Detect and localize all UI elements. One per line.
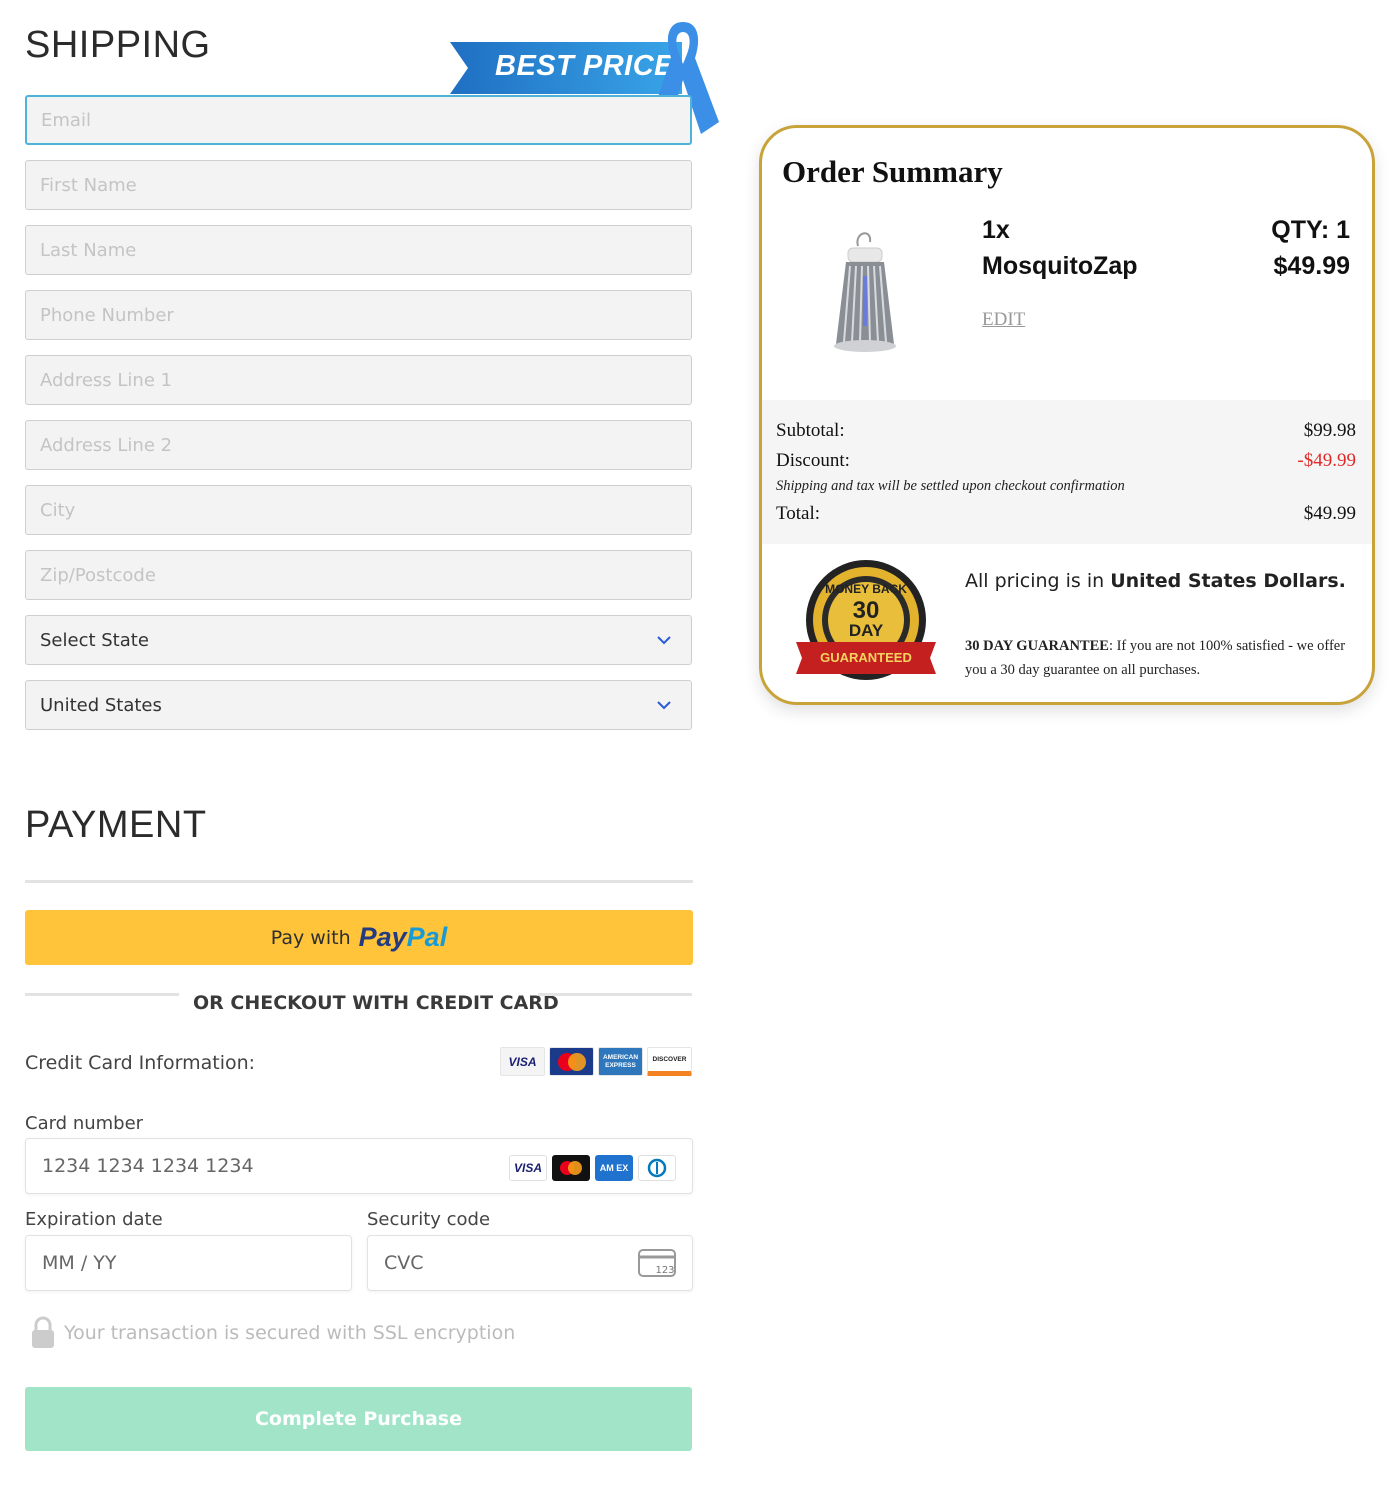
or-divider-left <box>25 993 179 996</box>
amex-icon: AM EX <box>595 1155 633 1181</box>
cvc-card-icon: 123 <box>638 1249 676 1277</box>
address-line2-field[interactable]: Address Line 2 <box>25 420 692 470</box>
visa-icon: VISA <box>509 1155 547 1181</box>
order-summary-card: Order Summary 1x MosquitoZap QTY: 1 $49.… <box>759 125 1375 705</box>
totals-panel: Subtotal: $99.98 Discount: -$49.99 Shipp… <box>762 400 1372 544</box>
chevron-down-icon <box>657 636 671 645</box>
paypal-logo-pal: Pal <box>406 922 448 952</box>
zip-field[interactable]: Zip/Postcode <box>25 550 692 600</box>
city-field[interactable]: City <box>25 485 692 535</box>
ssl-text: Your transaction is secured with SSL enc… <box>64 1322 516 1344</box>
complete-purchase-button[interactable]: Complete Purchase <box>25 1387 692 1451</box>
security-code-label: Security code <box>367 1209 491 1230</box>
or-checkout-text: OR CHECKOUT WITH CREDIT CARD <box>193 992 559 1014</box>
subtotal-label: Subtotal: <box>776 420 845 441</box>
or-divider-right <box>538 993 692 996</box>
item-name: MosquitoZap <box>982 252 1138 280</box>
credit-card-info-label: Credit Card Information: <box>25 1052 256 1074</box>
lock-icon <box>32 1316 54 1348</box>
total-value: $49.99 <box>1303 503 1356 524</box>
paypal-logo-pay: Pay <box>358 922 407 952</box>
card-number-input[interactable]: 1234 1234 1234 1234 <box>25 1138 693 1194</box>
item-quantity: 1x <box>982 216 1010 244</box>
address-line1-field[interactable]: Address Line 1 <box>25 355 692 405</box>
state-select[interactable]: Select State <box>25 615 692 665</box>
chevron-down-icon <box>657 701 671 710</box>
subtotal-value: $99.98 <box>1303 420 1356 441</box>
expiration-label: Expiration date <box>25 1209 163 1230</box>
currency-prefix: All pricing is in <box>965 570 1105 592</box>
mastercard-logo <box>549 1047 594 1076</box>
amex-logo: AMERICAN EXPRESS <box>598 1047 643 1076</box>
last-name-field[interactable]: Last Name <box>25 225 692 275</box>
email-field[interactable]: Email <box>25 95 692 145</box>
shipping-heading: SHIPPING <box>25 24 211 66</box>
diners-icon <box>638 1155 676 1181</box>
guarantee-title: 30 DAY GUARANTEE <box>965 638 1109 654</box>
card-number-label: Card number <box>25 1113 144 1134</box>
seal-top-text: MONEY BACK <box>825 582 907 596</box>
currency-note: All pricing is in United States Dollars. <box>965 570 1346 592</box>
discount-label: Discount: <box>776 450 850 471</box>
cvc-placeholder: CVC <box>384 1252 424 1274</box>
item-price: $49.99 <box>1273 252 1350 280</box>
total-label: Total: <box>776 503 821 524</box>
money-back-guarantee-seal: MONEY BACK 30 DAY GUARANTEED <box>796 560 936 680</box>
currency-name: United States Dollars. <box>1110 570 1346 592</box>
paypal-prefix: Pay with <box>270 926 351 949</box>
phone-field[interactable]: Phone Number <box>25 290 692 340</box>
cvc-icon-text: 123 <box>655 1265 674 1276</box>
first-name-field[interactable]: First Name <box>25 160 692 210</box>
visa-logo: VISA <box>500 1047 545 1076</box>
product-image <box>834 232 896 352</box>
country-select-value: United States <box>40 694 162 716</box>
discount-value: -$49.99 <box>1297 450 1356 471</box>
edit-link[interactable]: EDIT <box>982 309 1025 331</box>
shipping-note: Shipping and tax will be settled upon ch… <box>776 478 1125 494</box>
state-select-value: Select State <box>40 629 149 651</box>
ssl-notice: Your transaction is secured with SSL enc… <box>30 1316 515 1350</box>
country-select[interactable]: United States <box>25 680 692 730</box>
seal-band-text: GUARANTEED <box>820 650 912 665</box>
payment-heading: PAYMENT <box>25 804 207 846</box>
mastercard-icon <box>552 1155 590 1181</box>
discover-logo: DISCOVER <box>647 1047 692 1076</box>
seal-number: 30 <box>853 597 880 624</box>
order-summary-title: Order Summary <box>782 154 1003 189</box>
mastercard-circles-icon <box>557 1052 586 1071</box>
payment-divider <box>25 880 693 883</box>
item-qty-label: QTY: 1 <box>1271 216 1350 244</box>
guarantee-text: 30 DAY GUARANTEE: If you are not 100% sa… <box>965 634 1365 682</box>
paypal-button[interactable]: Pay with Pay Pal <box>25 910 693 965</box>
expiration-input[interactable]: MM / YY <box>25 1235 352 1291</box>
seal-day: DAY <box>849 621 884 640</box>
